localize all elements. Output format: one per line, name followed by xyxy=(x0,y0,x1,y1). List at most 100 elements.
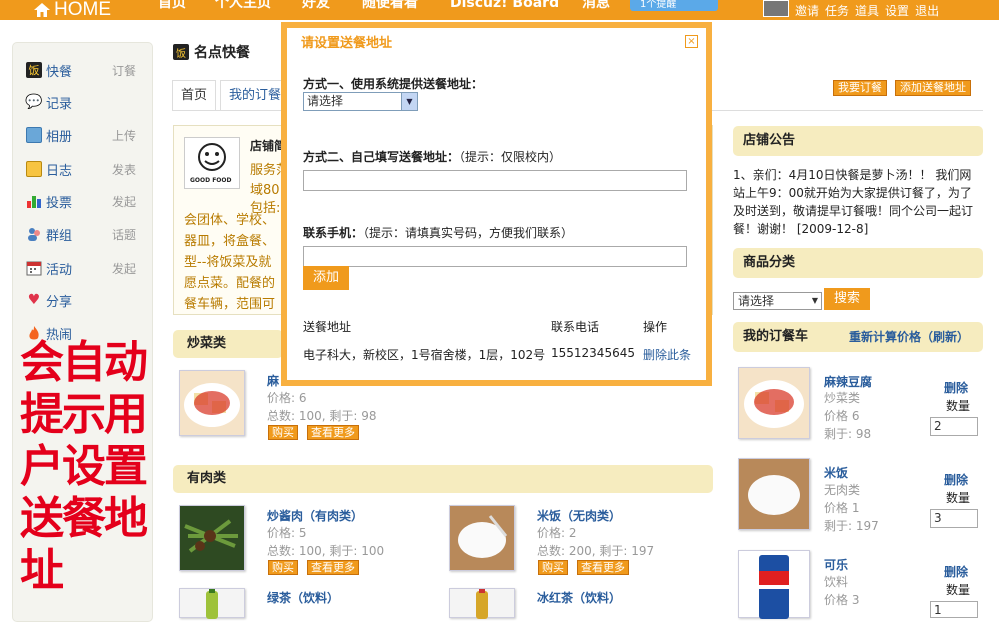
cart-title: 我的订餐车 xyxy=(743,329,809,344)
view-more-button[interactable]: 查看更多 xyxy=(307,560,359,575)
address-select[interactable]: 请选择 ▼ xyxy=(303,92,418,111)
cart-item-name[interactable]: 可乐 xyxy=(824,556,848,573)
nav-profile[interactable]: 个人主页 xyxy=(215,0,271,10)
nav-messages[interactable]: 消息 xyxy=(582,0,610,10)
product-image[interactable] xyxy=(449,505,515,571)
tofu-dish-icon xyxy=(184,383,240,427)
cart-item-type: 饮料 xyxy=(824,575,849,589)
sidebar-item-action[interactable]: 话题 xyxy=(112,226,136,243)
nav-friends[interactable]: 好友 xyxy=(302,0,330,10)
sidebar-item-action[interactable]: 上传 xyxy=(112,127,136,144)
view-more-button[interactable]: 查看更多 xyxy=(577,560,629,575)
qty-label: 数量 xyxy=(946,491,971,505)
product-name[interactable]: 麻 xyxy=(267,372,279,389)
col-address: 送餐地址 xyxy=(303,320,352,334)
home-label: HOME xyxy=(54,0,111,20)
sidebar-item-share[interactable]: ♥ 分享 xyxy=(26,290,141,310)
product-stock: 总数: 200, 剩于: 197 xyxy=(537,544,655,558)
qty-input[interactable]: 2 xyxy=(930,417,978,436)
sidebar-item-record[interactable]: 💬 记录 xyxy=(25,92,141,112)
cart-delete-link[interactable]: 删除 xyxy=(944,379,968,396)
sidebar-item-events[interactable]: 活动 发起 xyxy=(26,258,141,278)
user-link-logout[interactable]: 退出 xyxy=(915,2,939,19)
rice-bowl-icon xyxy=(739,459,809,529)
cart-item-image[interactable] xyxy=(738,458,810,530)
sidebar-item-group[interactable]: 群组 话题 xyxy=(26,224,141,244)
avatar[interactable] xyxy=(763,0,789,17)
green-tea-bottle-icon xyxy=(206,589,218,619)
buy-button[interactable]: 购买 xyxy=(268,425,298,440)
sidebar-item-blog[interactable]: 日志 发表 xyxy=(26,159,141,179)
cart-item-name[interactable]: 米饭 xyxy=(824,464,848,481)
notice-text: 1、亲们：4月10日快餐是萝卜汤！！ 我们网站上午9：00就开始为大家提供订餐了… xyxy=(733,168,974,236)
sidebar-item-label: 相册 xyxy=(46,129,73,145)
qty-input[interactable]: 1 xyxy=(930,601,978,618)
buy-button[interactable]: 购买 xyxy=(268,560,298,575)
nav-board[interactable]: Discuz! Board xyxy=(450,0,559,10)
user-link-tasks[interactable]: 任务 xyxy=(825,2,849,19)
product-name[interactable]: 炒酱肉（有肉类） xyxy=(267,507,363,524)
cart-item-name[interactable]: 麻辣豆腐 xyxy=(824,373,872,390)
qty-label: 数量 xyxy=(946,399,971,413)
remind-badge[interactable]: 1个提醒 xyxy=(630,0,718,11)
order-button[interactable]: 我要订餐 xyxy=(833,80,887,96)
section-header: 有肉类 xyxy=(173,465,713,493)
sidebar-item-fastfood[interactable]: 饭 快餐 订餐 xyxy=(26,60,141,80)
buy-button[interactable]: 购买 xyxy=(538,560,568,575)
cart-delete-link[interactable]: 删除 xyxy=(944,563,968,580)
sidebar-item-action[interactable]: 订餐 xyxy=(112,62,136,79)
product-info: 价格: 6 总数: 100, 剩于: 98 xyxy=(267,389,377,425)
product-stock: 总数: 100, 剩于: 98 xyxy=(267,409,377,423)
cart-item-image[interactable] xyxy=(738,367,810,439)
nav-home[interactable]: 首页 xyxy=(158,0,186,10)
search-button[interactable]: 搜索 xyxy=(824,288,870,310)
category-select[interactable]: 请选择 ▼ xyxy=(733,292,822,310)
product-price: 价格: 5 xyxy=(267,526,307,540)
cart-item-type: 炒菜类 xyxy=(824,391,861,405)
product-name[interactable]: 冰红茶（饮料） xyxy=(537,589,621,606)
tab-home[interactable]: 首页 xyxy=(172,80,217,110)
sidebar-item-label: 记录 xyxy=(46,96,73,112)
product-name[interactable]: 绿茶（饮料） xyxy=(267,589,339,606)
user-link-invite[interactable]: 邀请 xyxy=(795,2,819,19)
sidebar-item-album[interactable]: 相册 上传 xyxy=(26,125,141,145)
cola-can-icon xyxy=(759,555,789,619)
address-dialog: 请设置送餐地址 × 方式一、使用系统提供送餐地址： 请选择 ▼ 方式二、自己填写… xyxy=(281,22,712,386)
delete-row-link[interactable]: 删除此条 xyxy=(643,346,691,363)
user-link-props[interactable]: 道具 xyxy=(855,2,879,19)
chevron-down-icon[interactable]: ▼ xyxy=(401,93,417,110)
product-image[interactable] xyxy=(449,588,515,619)
product-image[interactable] xyxy=(179,505,245,571)
qty-label: 数量 xyxy=(946,583,971,597)
method2-label-text: 方式二、自己填写送餐地址： xyxy=(303,150,460,164)
cart-delete-link[interactable]: 删除 xyxy=(944,471,968,488)
add-address-button[interactable]: 添加送餐地址 xyxy=(895,80,971,96)
logo-text: GOOD FOOD xyxy=(190,177,232,184)
recalc-link[interactable]: 重新计算价格（刷新） xyxy=(849,322,969,352)
chevron-down-icon: ▼ xyxy=(811,296,818,305)
tab-my-orders[interactable]: 我的订餐 xyxy=(220,80,291,110)
view-more-button[interactable]: 查看更多 xyxy=(307,425,359,440)
cart-item-image[interactable] xyxy=(738,550,810,619)
close-icon[interactable]: × xyxy=(685,35,698,48)
cart-item-info: 无肉类 价格 1 剩于: 197 xyxy=(824,481,879,535)
product-image[interactable] xyxy=(179,370,245,436)
col-action: 操作 xyxy=(643,320,668,334)
address-input[interactable] xyxy=(303,170,687,191)
sidebar-item-action[interactable]: 发表 xyxy=(112,161,136,178)
nav-explore[interactable]: 随便看看 xyxy=(362,0,418,10)
group-icon xyxy=(26,226,42,242)
user-link-settings[interactable]: 设置 xyxy=(885,2,909,19)
sidebar-item-label: 活动 xyxy=(46,262,73,278)
method2-label: 方式二、自己填写送餐地址：（提示：仅限校内） xyxy=(303,148,561,165)
ice-tea-bottle-icon xyxy=(476,589,488,619)
home-link[interactable]: HOME xyxy=(34,0,111,20)
sidebar-item-poll[interactable]: 投票 发起 xyxy=(26,191,141,211)
sidebar-item-action[interactable]: 发起 xyxy=(112,260,136,277)
qty-input[interactable]: 3 xyxy=(930,509,978,528)
product-image[interactable] xyxy=(179,588,245,619)
product-name[interactable]: 米饭（无肉类） xyxy=(537,507,621,524)
add-button[interactable]: 添加 xyxy=(303,266,349,290)
sidebar-item-action[interactable]: 发起 xyxy=(112,193,136,210)
phone-input[interactable] xyxy=(303,246,687,267)
